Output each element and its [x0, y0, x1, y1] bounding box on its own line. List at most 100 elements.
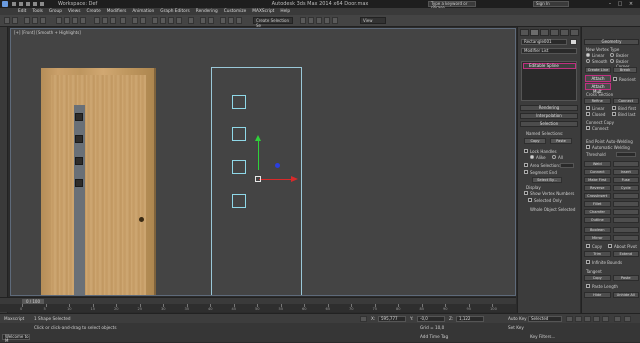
linear-checkbox[interactable] [586, 106, 590, 110]
menu-views[interactable]: Views [68, 8, 80, 15]
gizmo-y-axis[interactable] [258, 139, 259, 170]
chamfer-button[interactable]: Chamfer [584, 209, 611, 215]
zoom-icon[interactable] [614, 316, 621, 322]
rollout-rendering[interactable]: Rendering [520, 105, 578, 111]
gizmo-x-arrow-icon[interactable] [291, 176, 298, 182]
menu-edit[interactable]: Edit [18, 8, 26, 15]
bezier-corner-radio[interactable] [610, 59, 614, 63]
wire-square-3[interactable] [232, 160, 246, 174]
redo-tool-icon[interactable] [12, 17, 18, 24]
create-tab-icon[interactable] [520, 29, 529, 36]
menu-create[interactable]: Create [86, 8, 100, 15]
copy-selection-button[interactable]: Copy [524, 138, 546, 144]
minimize-icon[interactable]: – [606, 1, 614, 7]
tangent-paste-button[interactable]: Paste [612, 275, 639, 281]
snaps-toggle-icon[interactable] [152, 17, 158, 24]
mirror-button[interactable]: Mirror [584, 235, 611, 241]
manipulate-icon[interactable] [132, 17, 138, 24]
motion-tab-icon[interactable] [550, 29, 559, 36]
selected-only-checkbox[interactable] [528, 198, 532, 202]
lock-selection-icon[interactable] [360, 316, 367, 322]
gizmo-x-axis[interactable] [259, 179, 293, 180]
connect-button[interactable]: Connect [612, 98, 639, 104]
make-first-button[interactable]: Make First [584, 177, 611, 183]
mirror-horizontal-icon[interactable] [612, 235, 639, 241]
curve-editor-icon[interactable] [236, 17, 242, 24]
door-model[interactable] [41, 68, 156, 295]
alike-radio[interactable] [530, 155, 534, 159]
rectangular-selection-icon[interactable] [72, 17, 78, 24]
wire-square-2[interactable] [232, 127, 246, 141]
infinite-bounds-checkbox[interactable] [586, 260, 590, 264]
about-pivot-checkbox[interactable] [608, 244, 612, 248]
all-radio[interactable] [552, 155, 556, 159]
menu-rendering[interactable]: Rendering [196, 8, 218, 15]
rotate-icon[interactable] [102, 17, 108, 24]
gizmo-center[interactable] [255, 176, 261, 182]
add-time-tag[interactable]: Add Time Tag [420, 334, 448, 339]
outline-button[interactable]: Outline [584, 217, 611, 223]
reorient-checkbox[interactable] [613, 77, 617, 81]
mirror-icon[interactable] [200, 17, 206, 24]
play-icon[interactable] [584, 316, 591, 322]
maxscript-label[interactable]: Maxscript [4, 316, 24, 321]
layer-manager-icon[interactable] [220, 17, 226, 24]
connect2-button[interactable]: Connect [584, 169, 611, 175]
viewport-front[interactable]: [+] [Front] [Smooth + Highlights] [10, 28, 516, 296]
hierarchy-tab-icon[interactable] [540, 29, 549, 36]
track-bar[interactable]: 0 5 10 15 20 25 30 35 40 45 50 55 60 65 70 75 80 85 90 95 10… [0, 304, 516, 312]
schematic-view-icon[interactable] [300, 17, 306, 24]
render-production-icon[interactable] [332, 17, 338, 24]
material-editor-icon[interactable] [308, 17, 314, 24]
chamfer-spinner[interactable] [612, 209, 639, 215]
area-selection-spinner[interactable] [560, 163, 574, 168]
maxscript-listener[interactable]: Welcome to M [2, 334, 30, 343]
object-name-field[interactable]: Rectangle001 [521, 39, 567, 45]
utilities-tab-icon[interactable] [570, 29, 579, 36]
unlink-icon[interactable] [32, 17, 38, 24]
crossinsert-button[interactable]: CrossInsert [584, 193, 611, 199]
select-object-icon[interactable] [56, 17, 62, 24]
fillet-spinner[interactable] [612, 201, 639, 207]
angle-snap-icon[interactable] [160, 17, 166, 24]
stack-item-editable-spline[interactable]: Editable Spline [523, 63, 576, 69]
undo-tool-icon[interactable] [4, 17, 10, 24]
break-button[interactable]: Break [613, 67, 637, 73]
menu-modifiers[interactable]: Modifiers [107, 8, 127, 15]
wire-square-1[interactable] [232, 95, 246, 109]
display-tab-icon[interactable] [560, 29, 569, 36]
linear-radio[interactable] [586, 53, 590, 57]
graphite-toggle-icon[interactable] [228, 17, 234, 24]
z-coordinate-field[interactable]: 1,122 [456, 316, 484, 322]
autokey-dropdown[interactable]: Selected [528, 316, 562, 322]
named-selection-set[interactable]: Create Selection Se [253, 17, 293, 28]
menu-maxscript[interactable]: MAXScript [252, 8, 274, 15]
next-frame-icon[interactable] [593, 316, 600, 322]
segment-end-checkbox[interactable] [524, 170, 528, 174]
rollout-geometry[interactable]: Geometry [584, 39, 639, 45]
percent-snap-icon[interactable] [168, 17, 174, 24]
maximize-icon[interactable]: □ [616, 1, 624, 7]
hide-button[interactable]: Hide [584, 292, 611, 298]
create-line-button[interactable]: Create Line [585, 67, 611, 73]
attach-button[interactable]: Attach [585, 75, 611, 82]
modifier-list-dropdown[interactable]: Modifier List [521, 48, 577, 54]
crossinsert-spinner[interactable] [612, 193, 639, 199]
mirror-copy-checkbox[interactable] [586, 244, 590, 248]
tangent-copy-button[interactable]: Copy [584, 275, 611, 281]
select-by-button[interactable]: Select By... [532, 177, 562, 183]
move-icon[interactable] [94, 17, 100, 24]
keyboard-shortcut-icon[interactable] [140, 17, 146, 24]
paste-length-checkbox[interactable] [586, 284, 590, 288]
pivot-center-icon[interactable] [120, 17, 126, 24]
menu-animation[interactable]: Animation [132, 8, 154, 15]
object-color-swatch[interactable] [570, 39, 577, 45]
show-vertex-numbers-checkbox[interactable] [524, 191, 528, 195]
boolean-union-icon[interactable] [612, 227, 639, 233]
spinner-snap-icon[interactable] [176, 17, 182, 24]
reverse-button[interactable]: Reverse [584, 185, 611, 191]
closed-checkbox[interactable] [586, 112, 590, 116]
menu-graph-editors[interactable]: Graph Editors [160, 8, 190, 15]
rollout-interpolation[interactable]: Interpolation [520, 113, 578, 119]
y-coordinate-field[interactable]: -0,0 [417, 316, 445, 322]
